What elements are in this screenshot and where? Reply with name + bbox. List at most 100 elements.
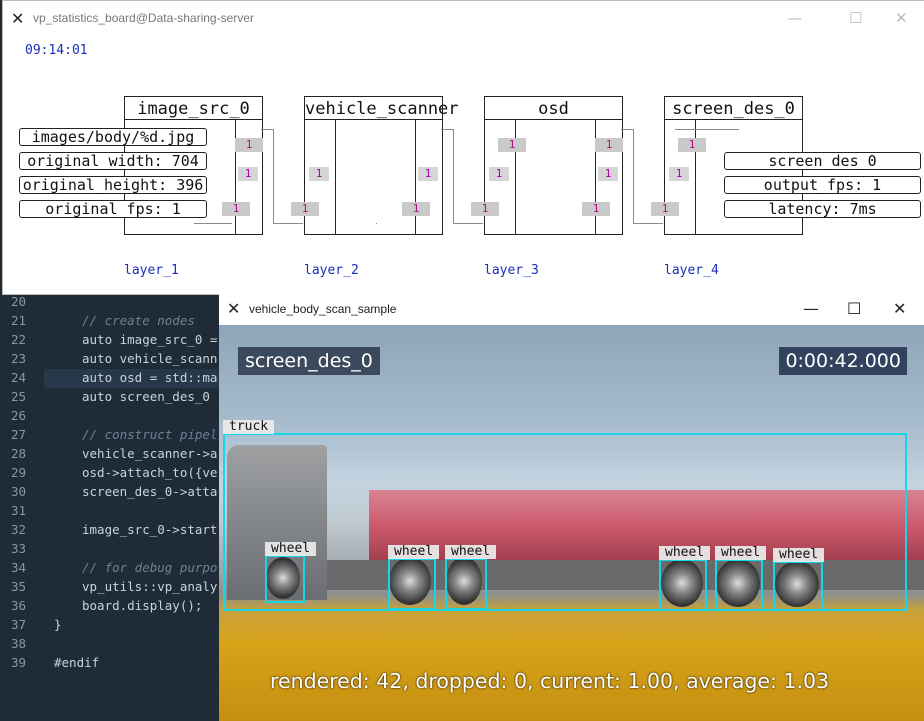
code-line[interactable]: image_src_0->start <box>82 522 217 537</box>
code-line[interactable]: vp_utils::vp_analy <box>82 579 217 594</box>
close-icon[interactable]: ✕ <box>895 9 908 27</box>
line-number: 29 <box>10 465 26 480</box>
line-number: 34 <box>10 560 26 575</box>
wheel-detection-box <box>659 559 707 611</box>
in-port-badge: 1 <box>291 202 319 216</box>
board-window-title: vp_statistics_board@Data-sharing-server <box>33 11 254 25</box>
wire <box>194 223 232 224</box>
video-window[interactable]: ✕ vehicle_body_scan_sample — ☐ ✕ truck w… <box>219 294 924 721</box>
maximize-icon[interactable]: ☐ <box>849 9 862 27</box>
wire <box>453 129 454 223</box>
queue-badge: 1 <box>598 167 618 181</box>
osd-channel-label: screen_des_0 <box>238 347 380 375</box>
des-prop-latency: latency: 7ms <box>724 200 921 218</box>
render-stats: rendered: 42, dropped: 0, current: 1.00,… <box>270 669 830 693</box>
line-number: 30 <box>10 484 26 499</box>
in-port-badge: 1 <box>651 202 679 216</box>
layer-label: layer_4 <box>664 263 719 278</box>
code-line[interactable]: auto vehicle_scann <box>82 351 217 366</box>
layer-label: layer_3 <box>484 263 539 278</box>
code-line[interactable]: } <box>54 617 62 632</box>
code-line[interactable]: #endif <box>54 655 99 670</box>
line-number: 33 <box>10 541 26 556</box>
wheel-detection-box <box>265 555 305 603</box>
src-prop-path: images/body/%d.jpg <box>19 128 207 146</box>
maximize-icon[interactable]: ☐ <box>847 299 861 318</box>
wheel-detection-box <box>445 558 487 610</box>
code-line[interactable]: // for debug purpo <box>82 560 217 575</box>
code-line[interactable]: // create nodes <box>82 313 195 328</box>
src-prop-height: original_height: 396 <box>19 176 207 194</box>
wheel-detection-box <box>773 561 823 611</box>
wheel-label: wheel <box>715 546 767 560</box>
code-line[interactable]: vehicle_scanner->a <box>82 446 217 461</box>
line-number: 37 <box>10 617 26 632</box>
wire <box>273 129 274 223</box>
wheel-label: wheel <box>388 545 440 559</box>
layer-label: layer_1 <box>124 263 179 278</box>
wheel-detection-box <box>388 558 436 610</box>
wire <box>376 223 377 224</box>
x11-logo-icon: ✕ <box>227 299 241 318</box>
code-line[interactable]: screen_des_0->atta <box>82 484 217 499</box>
x11-logo-icon: ✕ <box>11 9 25 28</box>
in-port-badge: 1 <box>498 138 526 152</box>
out-port-badge: 1 <box>402 202 430 216</box>
out-port-badge: 1 <box>582 202 610 216</box>
layer-label: layer_2 <box>304 263 359 278</box>
line-number: 25 <box>10 389 26 404</box>
node-title: image_src_0 <box>125 97 262 120</box>
line-number: 38 <box>10 636 26 651</box>
line-number: 20 <box>10 294 26 309</box>
code-line[interactable]: auto osd = std::ma <box>82 370 217 385</box>
out-port-badge: 1 <box>595 138 623 152</box>
line-number: 35 <box>10 579 26 594</box>
queue-badge: 1 <box>669 167 689 181</box>
code-line[interactable]: // construct pipel <box>82 427 217 442</box>
wire <box>621 129 633 130</box>
osd-timestamp: 0:00:42.000 <box>779 347 907 375</box>
line-number: 26 <box>10 408 26 423</box>
in-port-badge: 1 <box>222 202 250 216</box>
video-title-bar[interactable]: ✕ vehicle_body_scan_sample — ☐ ✕ <box>219 294 924 325</box>
video-window-title: vehicle_body_scan_sample <box>249 302 397 316</box>
wire <box>273 223 303 224</box>
code-line[interactable]: auto screen_des_0 <box>82 389 210 404</box>
minimize-icon[interactable]: — <box>803 299 819 318</box>
wire <box>261 129 273 130</box>
node-vehicle-scanner[interactable]: vehicle_scanner 1 1 1 1 <box>291 96 459 235</box>
wire <box>675 129 739 130</box>
truck-label: truck <box>223 420 275 434</box>
des-prop-name: screen_des_0 <box>724 152 921 170</box>
video-frame: truck wheel wheel wheel wheel wheel whee… <box>219 325 924 721</box>
minimize-icon[interactable]: — <box>787 9 802 27</box>
board-title-bar[interactable]: ✕ vp_statistics_board@Data-sharing-serve… <box>3 1 924 35</box>
in-port-badge: 1 <box>471 202 499 216</box>
line-number: 27 <box>10 427 26 442</box>
node-osd[interactable]: osd 1 1 1 1 1 1 <box>471 96 623 235</box>
code-line[interactable]: board.display(); <box>82 598 202 613</box>
queue-badge: 1 <box>418 167 438 181</box>
queue-badge: 1 <box>238 167 258 181</box>
line-number: 31 <box>10 503 26 518</box>
line-number: 24 <box>10 370 26 385</box>
src-prop-fps: original_fps: 1 <box>19 200 207 218</box>
code-line[interactable]: osd->attach_to({ve <box>82 465 217 480</box>
wheel-label: wheel <box>659 546 711 560</box>
line-number: 39 <box>10 655 26 670</box>
wire <box>633 129 634 223</box>
statistics-board-window[interactable]: ✕ vp_statistics_board@Data-sharing-serve… <box>2 0 924 295</box>
line-number: 22 <box>10 332 26 347</box>
wire <box>633 223 663 224</box>
close-icon[interactable]: ✕ <box>893 299 906 318</box>
code-line[interactable]: auto image_src_0 = <box>82 332 217 347</box>
line-number: 28 <box>10 446 26 461</box>
line-number: 36 <box>10 598 26 613</box>
node-divider-left <box>335 120 336 234</box>
wheel-label: wheel <box>445 545 497 559</box>
queue-badge: 1 <box>309 167 329 181</box>
wire <box>441 129 453 130</box>
line-number: 23 <box>10 351 26 366</box>
wheel-detection-box <box>715 559 763 611</box>
out-port-badge: 1 <box>235 138 263 152</box>
